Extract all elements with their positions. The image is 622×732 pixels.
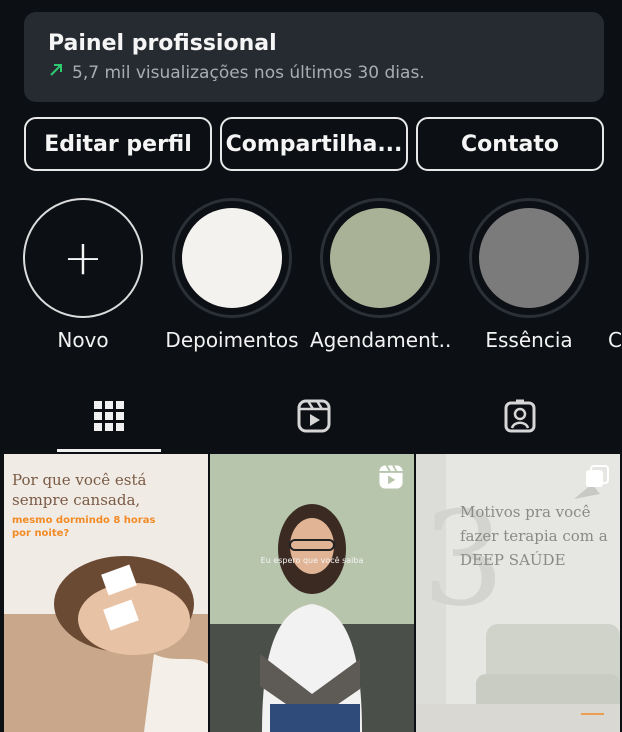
highlight-ring: [172, 198, 292, 318]
highlight-depoimentos[interactable]: Depoimentos: [162, 198, 302, 352]
highlight-label: Depoimentos: [165, 328, 299, 352]
grid-tab[interactable]: [57, 380, 161, 452]
highlight-essencia[interactable]: Essência: [459, 198, 599, 352]
professional-dashboard-card[interactable]: Painel profissional 5,7 mil visualizaçõe…: [24, 12, 604, 102]
posts-grid: Por que você está sempre cansada, mesmo …: [4, 454, 620, 732]
panel-title: Painel profissional: [48, 31, 277, 56]
highlight-label: Novo: [57, 328, 109, 352]
highlight-cover: [182, 208, 282, 308]
reels-tab[interactable]: [262, 380, 366, 452]
grid-icon: [94, 401, 124, 431]
post-title: Motivos pra você fazer terapia com a DEE…: [460, 503, 608, 569]
highlight-label: Essência: [485, 328, 573, 352]
post-thumbnail[interactable]: Eu espero que você saiba: [210, 454, 414, 732]
carousel-icon: [584, 464, 610, 494]
post-thumbnail[interactable]: 3 Motivos pra você fazer terapia com a D…: [416, 454, 620, 732]
post-image: [210, 454, 414, 732]
share-profile-button[interactable]: Compartilha...: [220, 117, 408, 171]
highlight-cover: [330, 208, 430, 308]
highlight-ring: [469, 198, 589, 318]
contact-button[interactable]: Contato: [416, 117, 604, 171]
trend-up-icon: [48, 62, 64, 83]
tagged-tab[interactable]: [468, 380, 572, 452]
new-highlight-ring: +: [23, 198, 143, 318]
edit-profile-button[interactable]: Editar perfil: [24, 117, 212, 171]
active-tab-indicator: [57, 449, 161, 452]
plus-icon: +: [62, 230, 104, 286]
reels-icon: [297, 399, 331, 433]
reels-icon: [378, 464, 404, 494]
tagged-person-icon: [504, 399, 536, 433]
highlight-ring: [320, 198, 440, 318]
highlight-label: C: [608, 328, 622, 352]
highlight-agendamento[interactable]: Agendament...: [310, 198, 450, 352]
post-title: Eu espero que você saiba: [260, 556, 364, 565]
panel-subtitle-text: 5,7 mil visualizações nos últimos 30 dia…: [72, 62, 425, 83]
highlight-label: Agendament...: [310, 328, 450, 352]
post-subtitle: mesmo dormindo 8 horas por noite?: [12, 515, 156, 539]
post-title: Por que você está sempre cansada,: [12, 471, 147, 509]
highlight-partial[interactable]: C: [608, 198, 622, 352]
profile-tabs: [0, 380, 622, 452]
highlight-cover: [479, 208, 579, 308]
panel-subtitle: 5,7 mil visualizações nos últimos 30 dia…: [48, 62, 580, 83]
post-thumbnail[interactable]: Por que você está sempre cansada, mesmo …: [4, 454, 208, 732]
highlight-new[interactable]: + Novo: [13, 198, 153, 352]
post-image: 3: [416, 454, 620, 732]
